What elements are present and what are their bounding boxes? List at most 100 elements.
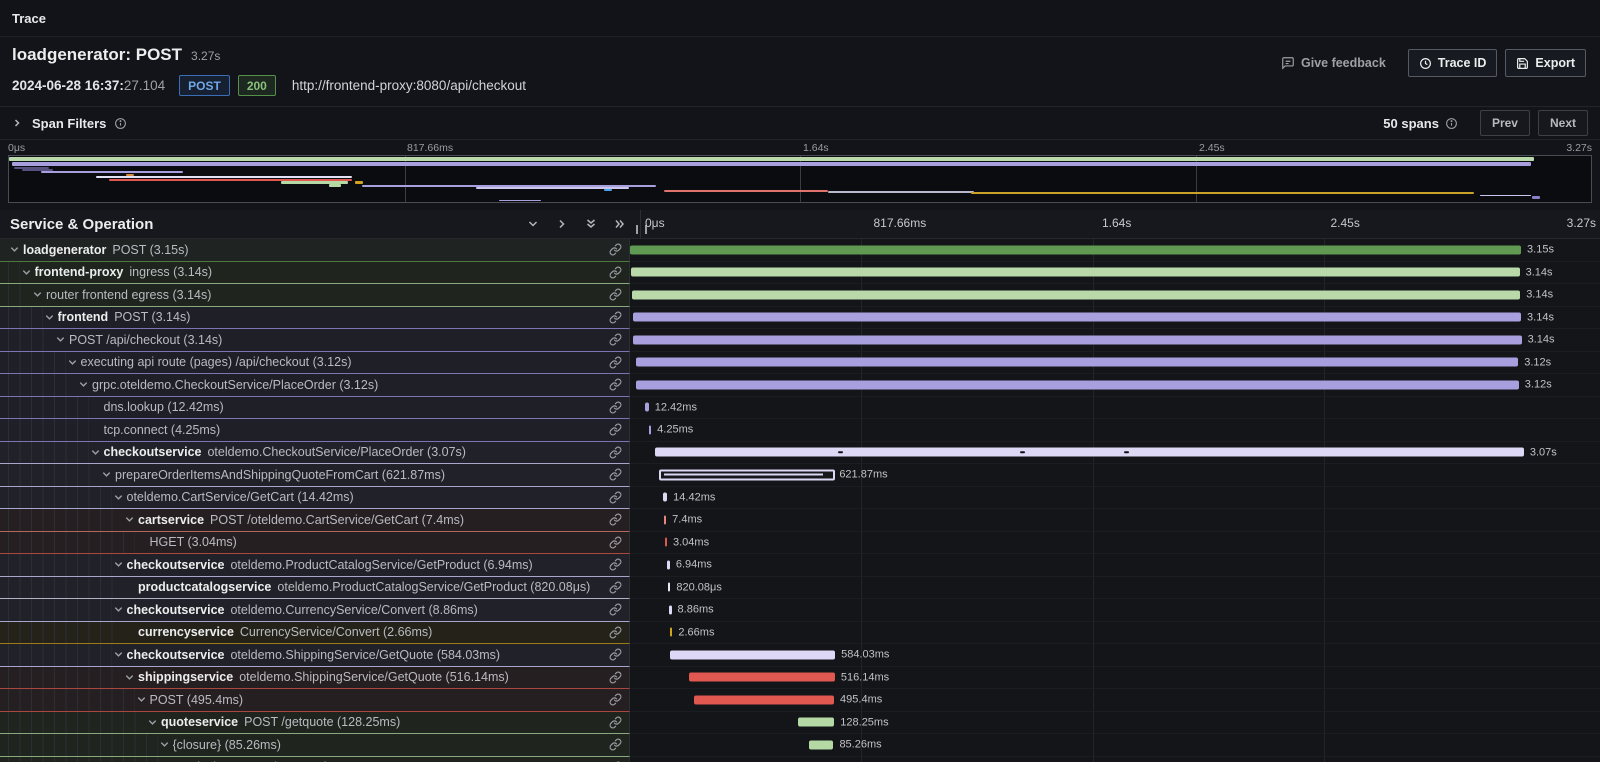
- chevron-right-icon[interactable]: [12, 118, 22, 128]
- span-bar[interactable]: 8.86ms: [669, 605, 672, 614]
- span-row[interactable]: POST (495.4ms)495.4ms: [0, 689, 1600, 712]
- span-name-cell[interactable]: router frontend egress (3.14s): [0, 284, 630, 307]
- span-row[interactable]: checkoutserviceoteldemo.ShippingService/…: [0, 644, 1600, 667]
- span-timeline-cell[interactable]: 8.86ms: [630, 599, 1600, 622]
- span-row[interactable]: {closure} (85.26ms)85.26ms: [0, 734, 1600, 757]
- span-timeline-cell[interactable]: 516.14ms: [630, 667, 1600, 690]
- chevron-down-icon[interactable]: [77, 379, 90, 390]
- chevron-down-icon[interactable]: [135, 694, 148, 705]
- span-timeline-cell[interactable]: 14.42ms: [630, 487, 1600, 510]
- span-name-cell[interactable]: cartservicePOST /oteldemo.CartService/Ge…: [0, 509, 630, 532]
- span-bar[interactable]: 3.12s: [636, 358, 1519, 367]
- span-bar[interactable]: 820.08μs: [668, 583, 671, 592]
- span-link-icon[interactable]: [609, 581, 629, 594]
- span-bar[interactable]: 495.4ms: [694, 695, 834, 704]
- span-name-cell[interactable]: checkoutserviceoteldemo.CheckoutService/…: [0, 442, 630, 465]
- span-name-cell[interactable]: productcatalogserviceoteldemo.ProductCat…: [0, 577, 630, 600]
- span-bar[interactable]: 128.25ms: [798, 718, 834, 727]
- span-link-icon[interactable]: [609, 333, 629, 346]
- span-name-cell[interactable]: POST /api/checkout (3.14s): [0, 329, 630, 352]
- span-name-cell[interactable]: oteldemo.CartService/GetCart (14.42ms): [0, 487, 630, 510]
- span-link-icon[interactable]: [609, 266, 629, 279]
- chevron-down-icon[interactable]: [146, 717, 159, 728]
- span-timeline-cell[interactable]: 3.14s: [630, 284, 1600, 307]
- span-link-icon[interactable]: [609, 738, 629, 751]
- span-bar[interactable]: 3.04ms: [665, 538, 668, 547]
- span-link-icon[interactable]: [609, 626, 629, 639]
- span-timeline-cell[interactable]: 3.15s: [630, 239, 1600, 262]
- span-name-cell[interactable]: prepareOrderItemsAndShippingQuoteFromCar…: [0, 464, 630, 487]
- span-row[interactable]: executing api route (pages) /api/checkou…: [0, 352, 1600, 375]
- span-row[interactable]: POST /api/checkout (3.14s)3.14s: [0, 329, 1600, 352]
- minimap-waterfall[interactable]: [8, 155, 1592, 203]
- span-row[interactable]: prepareOrderItemsAndShippingQuoteFromCar…: [0, 464, 1600, 487]
- chevron-down-icon[interactable]: [43, 312, 56, 323]
- span-row[interactable]: HGET (3.04ms)3.04ms: [0, 532, 1600, 555]
- span-link-icon[interactable]: [609, 716, 629, 729]
- span-timeline-cell[interactable]: 621.87ms: [630, 464, 1600, 487]
- span-name-cell[interactable]: shippingserviceoteldemo.ShippingService/…: [0, 667, 630, 690]
- span-name-cell[interactable]: checkoutserviceoteldemo.CurrencyService/…: [0, 599, 630, 622]
- export-button[interactable]: Export: [1505, 49, 1586, 77]
- chevron-down-icon[interactable]: [112, 604, 125, 615]
- span-timeline-cell[interactable]: 128.25ms: [630, 712, 1600, 735]
- span-row[interactable]: oteldemo.CartService/GetCart (14.42ms) 14…: [0, 487, 1600, 510]
- span-row[interactable]: calculate-quote (16.33ms)16.33ms: [0, 757, 1600, 762]
- trace-id-button[interactable]: Trace ID: [1408, 49, 1498, 77]
- span-row[interactable]: productcatalogserviceoteldemo.ProductCat…: [0, 577, 1600, 600]
- span-bar[interactable]: 3.14s: [633, 335, 1521, 344]
- span-link-icon[interactable]: [609, 693, 629, 706]
- trace-minimap[interactable]: 0μs817.66ms1.64s2.45s3.27s: [0, 140, 1600, 210]
- span-link-icon[interactable]: [609, 536, 629, 549]
- span-link-icon[interactable]: [609, 648, 629, 661]
- span-name-cell[interactable]: grpc.oteldemo.CheckoutService/PlaceOrder…: [0, 374, 630, 397]
- span-timeline-cell[interactable]: 820.08μs: [630, 577, 1600, 600]
- span-timeline-cell[interactable]: 3.14s: [630, 307, 1600, 330]
- span-row[interactable]: shippingserviceoteldemo.ShippingService/…: [0, 667, 1600, 690]
- chevron-down-icon[interactable]: [89, 447, 102, 458]
- span-link-icon[interactable]: [609, 243, 629, 256]
- span-link-icon[interactable]: [609, 401, 629, 414]
- span-link-icon[interactable]: [609, 288, 629, 301]
- chevron-down-icon[interactable]: [112, 559, 125, 570]
- next-button[interactable]: Next: [1538, 110, 1588, 136]
- span-bar[interactable]: 12.42ms: [645, 403, 649, 412]
- span-name-cell[interactable]: frontendPOST (3.14s): [0, 307, 630, 330]
- span-link-icon[interactable]: [609, 558, 629, 571]
- chevron-down-icon[interactable]: [66, 357, 79, 368]
- span-timeline-cell[interactable]: 495.4ms: [630, 689, 1600, 712]
- span-bar[interactable]: 3.15s: [630, 245, 1521, 254]
- span-timeline-cell[interactable]: 3.04ms: [630, 532, 1600, 555]
- span-timeline-cell[interactable]: 6.94ms: [630, 554, 1600, 577]
- span-bar[interactable]: 4.25ms: [649, 425, 652, 434]
- chevron-down-icon[interactable]: [158, 739, 171, 750]
- span-bar[interactable]: 6.94ms: [667, 560, 670, 569]
- span-link-icon[interactable]: [609, 671, 629, 684]
- span-bar[interactable]: 3.12s: [636, 380, 1519, 389]
- span-link-icon[interactable]: [609, 446, 629, 459]
- prev-button[interactable]: Prev: [1480, 110, 1530, 136]
- span-row[interactable]: frontend-proxyingress (3.14s)3.14s: [0, 262, 1600, 285]
- span-link-icon[interactable]: [609, 423, 629, 436]
- span-row[interactable]: frontendPOST (3.14s)3.14s: [0, 307, 1600, 330]
- span-timeline-cell[interactable]: 4.25ms: [630, 419, 1600, 442]
- chevron-down-icon[interactable]: [527, 218, 539, 230]
- span-link-icon[interactable]: [609, 378, 629, 391]
- span-bar[interactable]: 14.42ms: [663, 493, 667, 502]
- span-name-cell[interactable]: currencyserviceCurrencyService/Convert (…: [0, 622, 630, 645]
- span-timeline-cell[interactable]: 584.03ms: [630, 644, 1600, 667]
- chevron-down-icon[interactable]: [20, 267, 33, 278]
- span-name-cell[interactable]: calculate-quote (16.33ms): [0, 757, 630, 762]
- give-feedback-button[interactable]: Give feedback: [1281, 56, 1386, 70]
- span-link-icon[interactable]: [609, 603, 629, 616]
- span-timeline-cell[interactable]: 3.12s: [630, 352, 1600, 375]
- span-row[interactable]: checkoutserviceoteldemo.CheckoutService/…: [0, 442, 1600, 465]
- span-bar[interactable]: 3.14s: [632, 290, 1520, 299]
- double-chevron-down-icon[interactable]: [585, 218, 597, 230]
- span-name-cell[interactable]: executing api route (pages) /api/checkou…: [0, 352, 630, 375]
- double-chevron-right-icon[interactable]: [614, 218, 626, 230]
- span-row[interactable]: loadgeneratorPOST (3.15s)3.15s: [0, 239, 1600, 262]
- span-name-cell[interactable]: dns.lookup (12.42ms): [0, 397, 630, 420]
- span-row[interactable]: checkoutserviceoteldemo.CurrencyService/…: [0, 599, 1600, 622]
- span-row[interactable]: currencyserviceCurrencyService/Convert (…: [0, 622, 1600, 645]
